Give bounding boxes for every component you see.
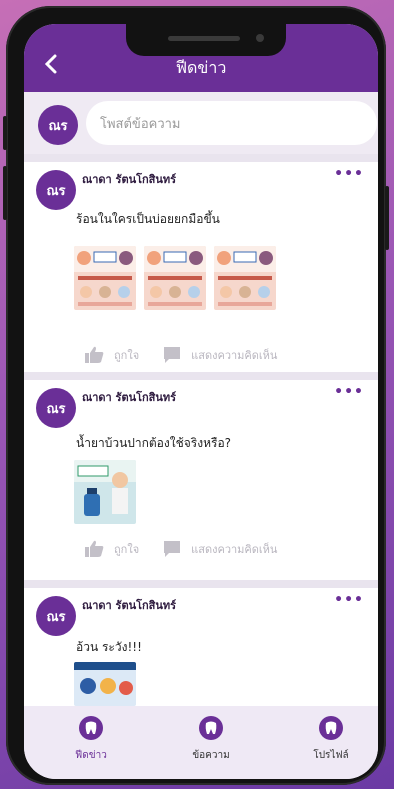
more-options-icon[interactable]: ••• (334, 166, 364, 182)
page-title: ฟีดข่าว (175, 58, 227, 77)
tooth-icon (79, 716, 103, 740)
tooth-icon (199, 716, 223, 740)
post-text: น้ำยาบ้วนปากต้องใช้จริงหรือ? (76, 436, 232, 450)
phone-notch (126, 24, 286, 56)
avatar[interactable]: ณร (36, 596, 76, 636)
comment-icon (164, 541, 181, 557)
avatar[interactable]: ณร (36, 388, 76, 428)
phone-side-button (3, 166, 7, 220)
post-author[interactable]: ณาดา รัตนโกสินทร์ (82, 596, 176, 614)
thumbs-up-icon (85, 346, 104, 363)
comment-icon (164, 347, 181, 363)
post-author[interactable]: ณาดา รัตนโกสินทร์ (82, 170, 176, 188)
bottom-navigation: ฟีดข่าว ข้อความ โปรไฟล์ (24, 706, 378, 779)
comment-button[interactable]: แสดงความคิดเห็น (163, 346, 277, 364)
thumbs-up-icon (85, 540, 104, 557)
more-options-icon[interactable]: ••• (334, 592, 364, 608)
nav-label: ฟีดข่าว (75, 750, 107, 761)
post-image[interactable] (214, 246, 276, 310)
nav-item-feed[interactable]: ฟีดข่าว (46, 716, 136, 763)
avatar[interactable]: ณร (36, 170, 76, 210)
post-actions: ถูกใจ แสดงความคิดเห็น (84, 346, 277, 364)
phone-side-button (3, 116, 7, 150)
phone-frame: ฟีดข่าว ณร โพสต์ข้อความ ณร ณาดา รัตนโกสิ… (3, 6, 389, 785)
post-text: ร้อนในใครเป็นบ่อยยกมือขึ้น (76, 212, 220, 226)
camera (256, 34, 264, 42)
infographic-image (144, 246, 206, 310)
post-text: อ้วน ระวัง!!! (76, 640, 142, 654)
like-label: ถูกใจ (114, 349, 140, 362)
speaker (168, 36, 240, 41)
nav-item-messages[interactable]: ข้อความ (166, 716, 256, 763)
tooth-icon (319, 716, 343, 740)
obesity-infographic-image (74, 662, 136, 706)
post-author[interactable]: ณาดา รัตนโกสินทร์ (82, 388, 176, 406)
nav-label: ข้อความ (192, 750, 230, 761)
post-composer: ณร โพสต์ข้อความ (24, 92, 378, 154)
post-card: ณร ณาดา รัตนโกสินทร์ ••• น้ำยาบ้วนปากต้อ… (24, 380, 378, 580)
post-card: ณร ณาดา รัตนโกสินทร์ ••• ร้อนในใครเป็นบ่… (24, 162, 378, 372)
like-button[interactable]: ถูกใจ (84, 346, 139, 364)
header-bar: ฟีดข่าว (24, 24, 378, 92)
nav-label: โปรไฟล์ (313, 750, 349, 761)
comment-label: แสดงความคิดเห็น (191, 349, 278, 362)
post-image[interactable] (74, 460, 136, 524)
like-button[interactable]: ถูกใจ (84, 540, 139, 558)
post-image[interactable] (74, 662, 136, 706)
more-options-icon[interactable]: ••• (334, 384, 364, 400)
post-image[interactable] (74, 246, 136, 310)
avatar[interactable]: ณร (38, 105, 78, 145)
mouthwash-image (74, 460, 136, 524)
infographic-image (74, 246, 136, 310)
infographic-image (214, 246, 276, 310)
like-label: ถูกใจ (114, 543, 140, 556)
post-actions: ถูกใจ แสดงความคิดเห็น (84, 540, 277, 558)
comment-label: แสดงความคิดเห็น (191, 543, 278, 556)
app-screen: ฟีดข่าว ณร โพสต์ข้อความ ณร ณาดา รัตนโกสิ… (24, 24, 378, 779)
phone-side-button (385, 186, 389, 250)
nav-item-profile[interactable]: โปรไฟล์ (286, 716, 376, 763)
post-input[interactable]: โพสต์ข้อความ (86, 101, 377, 145)
comment-button[interactable]: แสดงความคิดเห็น (163, 540, 277, 558)
post-card: ณร ณาดา รัตนโกสินทร์ ••• อ้วน ระวัง!!! (24, 588, 378, 718)
post-image[interactable] (144, 246, 206, 310)
